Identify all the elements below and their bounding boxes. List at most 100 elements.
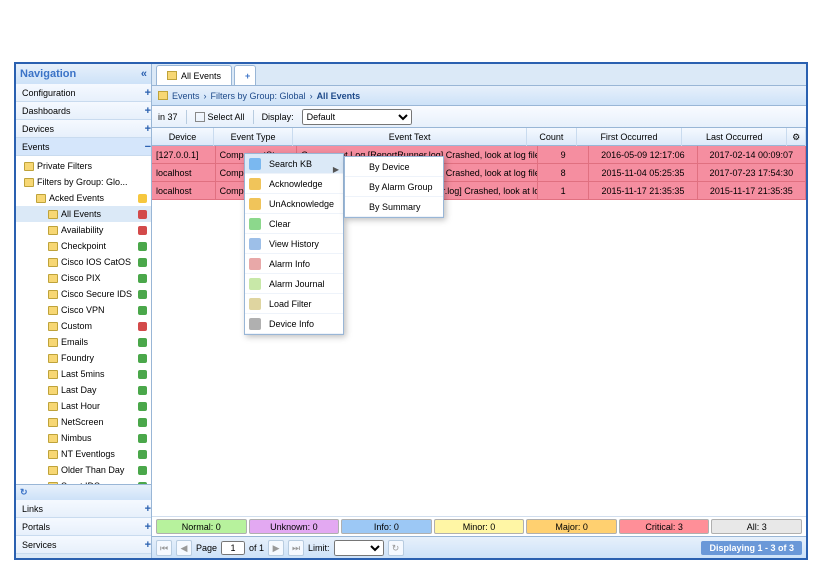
filter-tree: Private Filters Filters by Group: Glo...… [16,156,151,484]
tree-item[interactable]: Nimbus [16,430,151,446]
status-badge [138,386,147,395]
tree-filters-group[interactable]: Filters by Group: Glo... [16,174,151,190]
sidebar-item-devices[interactable]: Devices+ [16,120,151,138]
status-major[interactable]: Major: 0 [526,519,617,534]
tree-all-events[interactable]: All Events [16,206,151,222]
tree-item[interactable]: Checkpoint [16,238,151,254]
checkbox-icon [195,112,205,122]
pager-limit[interactable] [334,540,384,556]
tree-item[interactable]: Custom [16,318,151,334]
ctx-unacknowledge[interactable]: UnAcknowledge [245,194,343,214]
sidebar-label: Dashboards [22,102,71,120]
th-last[interactable]: Last Occurred [682,128,787,146]
th-type[interactable]: Event Type [214,128,293,146]
status-unknown[interactable]: Unknown: 0 [249,519,340,534]
folder-icon [48,354,58,363]
status-minor[interactable]: Minor: 0 [434,519,525,534]
th-text[interactable]: Event Text [293,128,527,146]
tree-item[interactable]: NetScreen [16,414,151,430]
ctx-clear[interactable]: Clear [245,214,343,234]
ctx-history[interactable]: View History [245,234,343,254]
tree-item[interactable]: Cisco VPN [16,302,151,318]
tree-footer: ↻ [16,484,151,500]
refresh-icon[interactable]: ↻ [20,487,28,498]
tab-all-events[interactable]: All Events [156,65,232,85]
tree-item[interactable]: Emails [16,334,151,350]
ctx-load-filter[interactable]: Load Filter [245,294,343,314]
select-all-button[interactable]: Select All [195,106,245,128]
folder-icon [48,402,58,411]
th-count[interactable]: Count [527,128,577,146]
folder-icon [158,91,168,100]
folder-icon [48,370,58,379]
pager-prev[interactable]: ◀ [176,540,192,556]
ctx-search-kb[interactable]: Search KB▶ [245,154,343,174]
status-badge [138,418,147,427]
sidebar-item-portals[interactable]: Portals+ [16,518,151,536]
status-info[interactable]: Info: 0 [341,519,432,534]
plus-icon: + [145,120,151,138]
ctx-by-summary[interactable]: By Summary [345,197,443,217]
status-badge [138,290,147,299]
tree-acked[interactable]: Acked Events [16,190,151,206]
status-badge [138,338,147,347]
ctx-alarm-info[interactable]: Alarm Info [245,254,343,274]
ctx-alarm-journal[interactable]: Alarm Journal [245,274,343,294]
history-icon [249,238,261,250]
tree-item[interactable]: Last Hour [16,398,151,414]
status-normal[interactable]: Normal: 0 [156,519,247,534]
display-select[interactable]: Default [302,109,412,125]
tree-item[interactable]: Availability [16,222,151,238]
device-icon [249,318,261,330]
ctx-by-device[interactable]: By Device [345,157,443,177]
sidebar-item-events[interactable]: Events− [16,138,151,156]
tree-item[interactable]: Last Day [16,382,151,398]
th-action[interactable]: ⚙ [787,128,806,146]
pager-display: Displaying 1 - 3 of 3 [701,541,802,555]
folder-icon [48,290,58,299]
sidebar: Navigation « Configuration+ Dashboards+ … [16,64,152,558]
tree-item[interactable]: Older Than Day [16,462,151,478]
folder-icon [48,386,58,395]
folder-icon [24,178,34,187]
tree-item[interactable]: NT Eventlogs [16,446,151,462]
breadcrumb: Events › Filters by Group: Global › All … [152,86,806,106]
nav-header[interactable]: Navigation « [16,64,151,84]
tree-item[interactable]: Cisco Secure IDS [16,286,151,302]
tab-add[interactable]: + [234,65,256,85]
pager-last[interactable]: ⏭ [288,540,304,556]
tree-item[interactable]: Last 5mins [16,366,151,382]
ctx-device-info[interactable]: Device Info [245,314,343,334]
info-icon [249,258,261,270]
folder-icon [48,482,58,485]
sidebar-item-configuration[interactable]: Configuration+ [16,84,151,102]
status-badge [138,226,147,235]
folder-icon [48,322,58,331]
pager-next[interactable]: ▶ [268,540,284,556]
status-badge [138,258,147,267]
pager-refresh[interactable]: ↻ [388,540,404,556]
tree-private-filters[interactable]: Private Filters [16,158,151,174]
crumb-filters[interactable]: Filters by Group: Global [211,86,306,106]
th-device[interactable]: Device [152,128,214,146]
th-first[interactable]: First Occurred [577,128,682,146]
tree-item[interactable]: Foundry [16,350,151,366]
crumb-events[interactable]: Events [172,86,200,106]
pager-first[interactable]: ⏮ [156,540,172,556]
tree-item[interactable]: Cisco PIX [16,270,151,286]
ctx-acknowledge[interactable]: Acknowledge [245,174,343,194]
sidebar-item-services[interactable]: Services+ [16,536,151,554]
folder-icon [24,162,34,171]
ctx-by-group[interactable]: By Alarm Group [345,177,443,197]
ack-icon [249,178,261,190]
collapse-icon[interactable]: « [141,64,147,84]
status-badge [138,466,147,475]
plus-icon: + [145,536,151,554]
status-all[interactable]: All: 3 [711,519,802,534]
sidebar-item-dashboards[interactable]: Dashboards+ [16,102,151,120]
pager-page-input[interactable] [221,541,245,555]
tree-item[interactable]: Cisco IOS CatOS [16,254,151,270]
status-critical[interactable]: Critical: 3 [619,519,710,534]
folder-icon [48,466,58,475]
sidebar-item-links[interactable]: Links+ [16,500,151,518]
